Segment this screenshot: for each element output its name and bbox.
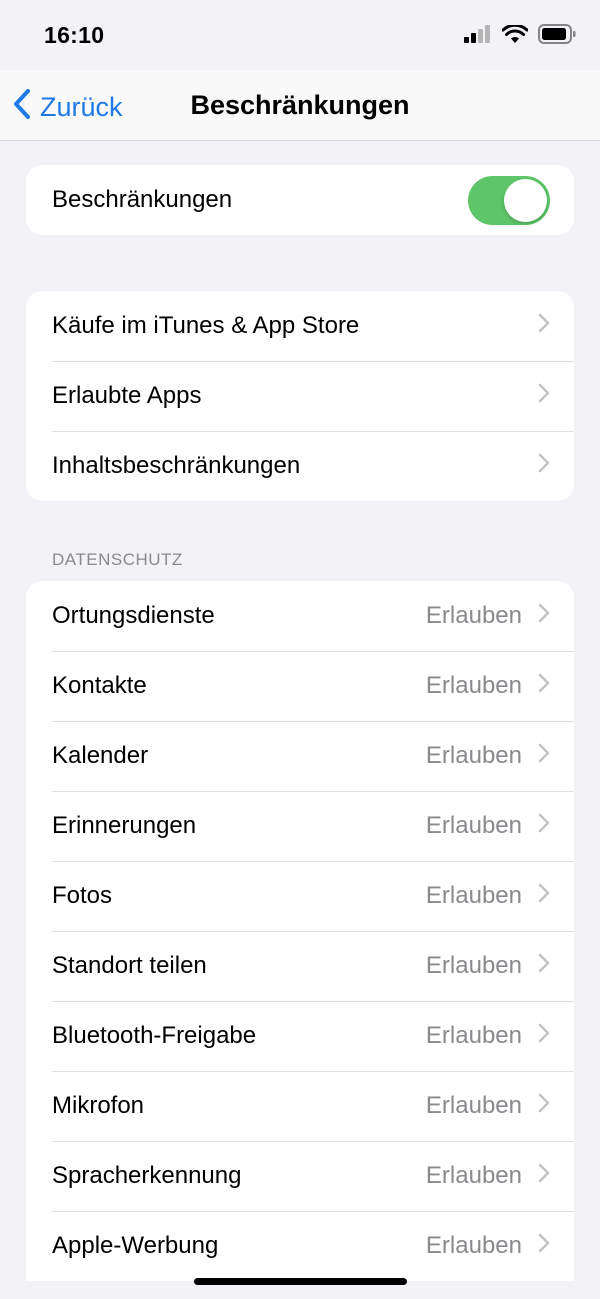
chevron-right-icon — [538, 672, 550, 700]
list-item-value: Erlauben — [425, 952, 522, 979]
list-item-itunes-app-store-purchases[interactable]: Käufe im iTunes & App Store — [26, 291, 574, 361]
chevron-right-icon — [538, 382, 550, 410]
list-item-content-restrictions[interactable]: Inhaltsbeschränkungen — [26, 431, 574, 501]
wifi-icon — [501, 23, 529, 49]
chevron-right-icon — [538, 452, 550, 480]
list-item-contacts[interactable]: Kontakte Erlauben — [26, 651, 574, 721]
list-item-label: Kontakte — [52, 672, 147, 699]
restrictions-toggle-switch[interactable] — [468, 175, 550, 225]
battery-icon — [538, 24, 576, 49]
restrictions-toggle-row: Beschränkungen — [26, 165, 574, 235]
store-settings-group: Käufe im iTunes & App Store Erlaubte App… — [26, 291, 574, 501]
status-icons — [464, 23, 576, 49]
list-item-label: Erlaubte Apps — [52, 382, 202, 409]
list-item-label: Käufe im iTunes & App Store — [52, 312, 360, 339]
list-item-label: Mikrofon — [52, 1092, 145, 1119]
list-item-reminders[interactable]: Erinnerungen Erlauben — [26, 791, 574, 861]
list-item-label: Ortungsdienste — [52, 602, 215, 629]
home-indicator[interactable] — [194, 1278, 407, 1285]
list-item-label: Kalender — [52, 742, 149, 769]
toggle-knob — [504, 178, 547, 222]
status-time: 16:10 — [44, 22, 105, 48]
chevron-right-icon — [538, 1092, 550, 1120]
list-item-value: Erlauben — [425, 602, 522, 629]
list-item-location-services[interactable]: Ortungsdienste Erlauben — [26, 581, 574, 651]
chevron-right-icon — [538, 882, 550, 910]
list-item-value: Erlauben — [425, 882, 522, 909]
list-item-speech-recognition[interactable]: Spracherkennung Erlauben — [26, 1141, 574, 1211]
list-item-apple-advertising[interactable]: Apple-Werbung Erlauben — [26, 1211, 574, 1281]
list-item-value: Erlauben — [425, 812, 522, 839]
list-item-value: Erlauben — [425, 1162, 522, 1189]
chevron-right-icon — [538, 312, 550, 340]
list-item-label: Bluetooth-Freigabe — [52, 1022, 257, 1049]
privacy-settings-group: Ortungsdienste Erlauben Kontakte Erlaube… — [26, 581, 574, 1281]
list-item-label: Erinnerungen — [52, 812, 197, 839]
list-item-label: Inhaltsbeschränkungen — [52, 452, 301, 479]
navigation-bar: Zurück Beschränkungen — [0, 70, 600, 141]
list-item-value: Erlauben — [425, 1022, 522, 1049]
list-item-value: Erlauben — [425, 742, 522, 769]
list-item-label: Apple-Werbung — [52, 1232, 219, 1259]
list-item-value: Erlauben — [425, 672, 522, 699]
list-item-microphone[interactable]: Mikrofon Erlauben — [26, 1071, 574, 1141]
list-item-label: Fotos — [52, 882, 113, 909]
list-item-allowed-apps[interactable]: Erlaubte Apps — [26, 361, 574, 431]
restrictions-toggle-group: Beschränkungen — [26, 165, 574, 235]
list-item-label: Spracherkennung — [52, 1162, 242, 1189]
list-item-value: Erlauben — [425, 1232, 522, 1259]
list-item-photos[interactable]: Fotos Erlauben — [26, 861, 574, 931]
chevron-right-icon — [538, 1162, 550, 1190]
cellular-signal-icon — [464, 25, 492, 48]
list-item-label: Standort teilen — [52, 952, 207, 979]
chevron-right-icon — [538, 602, 550, 630]
list-item-value: Erlauben — [425, 1092, 522, 1119]
restrictions-toggle-label: Beschränkungen — [52, 186, 233, 213]
chevron-right-icon — [538, 952, 550, 980]
list-item-share-location[interactable]: Standort teilen Erlauben — [26, 931, 574, 1001]
chevron-right-icon — [538, 812, 550, 840]
page-title: Beschränkungen — [190, 90, 410, 120]
chevron-right-icon — [538, 1232, 550, 1260]
chevron-right-icon — [538, 742, 550, 770]
list-item-bluetooth-sharing[interactable]: Bluetooth-Freigabe Erlauben — [26, 1001, 574, 1071]
section-header-privacy: DATENSCHUTZ — [52, 550, 183, 569]
list-item-calendar[interactable]: Kalender Erlauben — [26, 721, 574, 791]
status-bar: 16:10 — [0, 0, 600, 70]
chevron-right-icon — [538, 1022, 550, 1050]
